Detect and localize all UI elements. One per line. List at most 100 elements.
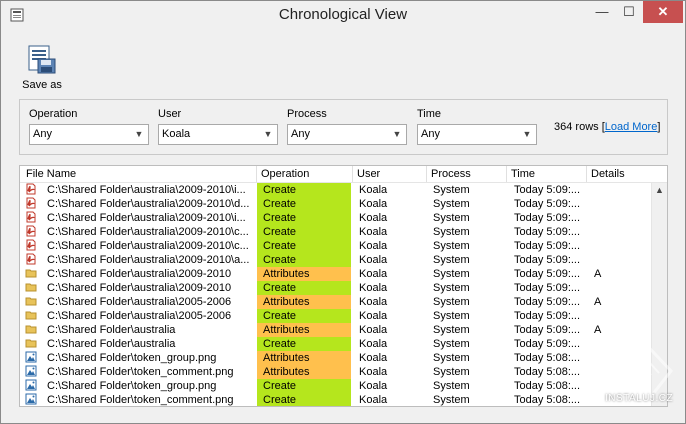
operation-cell: Create (257, 225, 351, 239)
table-row[interactable]: C:\Shared Folder\australia\2005-2006 Attr… (20, 295, 656, 309)
table-row[interactable]: C:\Shared Folder\token_comment.png Attrib… (20, 365, 656, 379)
close-button[interactable]: ✕ (643, 1, 683, 23)
title-bar: Chronological View — ☐ ✕ (1, 1, 685, 29)
column-header-details[interactable]: Details (591, 168, 625, 180)
column-divider[interactable] (506, 166, 507, 182)
column-header-time[interactable]: Time (511, 168, 535, 180)
table-row[interactable]: C:\Shared Folder\australia\2009-2010\d..… (20, 197, 656, 211)
image-icon (25, 379, 37, 393)
user-filter-select[interactable]: Koala ▼ (158, 124, 278, 145)
table-row[interactable]: C:\Shared Folder\australia Attributes Koal… (20, 323, 656, 337)
time-cell: Today 5:08:... (514, 380, 581, 392)
maximize-button[interactable]: ☐ (614, 1, 644, 23)
details-cell: A (594, 268, 602, 280)
load-more-link[interactable]: Load More (605, 121, 658, 133)
pdf-icon (25, 211, 37, 225)
column-header-file-name[interactable]: File Name (26, 168, 76, 180)
details-cell (594, 281, 634, 295)
column-divider[interactable] (426, 166, 427, 182)
column-divider[interactable] (256, 166, 257, 182)
time-cell: Today 5:09:... (514, 212, 581, 224)
time-cell: Today 5:08:... (514, 352, 581, 364)
file-name-cell: C:\Shared Folder\australia\2005-2006 (47, 296, 232, 308)
table-row[interactable]: C:\Shared Folder\australia\2009-2010\c..… (20, 239, 656, 253)
operation-filter-select[interactable]: Any ▼ (29, 124, 149, 145)
time-cell: Today 5:09:... (514, 254, 581, 266)
watermark-text: INSTALUJ.CZ (605, 393, 674, 404)
user-cell: Koala (359, 226, 388, 238)
minimize-button[interactable]: — (587, 1, 617, 23)
chevron-down-icon: ▼ (392, 129, 402, 139)
process-filter-label: Process (287, 108, 327, 120)
operation-cell: Create (257, 393, 351, 406)
file-name-cell: C:\Shared Folder\australia (47, 324, 176, 336)
pdf-icon (25, 225, 37, 239)
column-header-user[interactable]: User (357, 168, 380, 180)
user-cell: Koala (359, 352, 388, 364)
time-cell: Today 5:09:... (514, 184, 581, 196)
save-as-label: Save as (22, 79, 62, 91)
pdf-icon (25, 197, 37, 211)
operation-cell: Create (257, 197, 351, 211)
user-filter-value: Koala (162, 128, 191, 140)
process-cell: System (433, 338, 470, 350)
scroll-up-arrow-icon[interactable]: ▲ (652, 185, 667, 199)
column-header-process[interactable]: Process (431, 168, 471, 180)
file-name-cell: C:\Shared Folder\australia\2009-2010\c..… (47, 240, 249, 252)
grid-header: File Name Operation User Process Time De… (20, 166, 667, 183)
process-cell: System (433, 394, 470, 406)
table-row[interactable]: C:\Shared Folder\australia Create Koala Sys… (20, 337, 656, 351)
table-row[interactable]: C:\Shared Folder\token_comment.png Create… (20, 393, 656, 406)
time-cell: Today 5:09:... (514, 240, 581, 252)
time-cell: Today 5:09:... (514, 268, 581, 280)
file-name-cell: C:\Shared Folder\australia\2009-2010\i..… (47, 212, 246, 224)
column-divider[interactable] (352, 166, 353, 182)
save-as-button[interactable]: Save as (17, 39, 67, 95)
details-cell (594, 309, 634, 323)
operation-cell: Create (257, 379, 351, 393)
row-count: 364 rows [Load More] (554, 121, 660, 133)
table-row[interactable]: C:\Shared Folder\australia\2009-2010 Attr… (20, 267, 656, 281)
time-cell: Today 5:08:... (514, 394, 581, 406)
time-cell: Today 5:09:... (514, 198, 581, 210)
time-cell: Today 5:09:... (514, 296, 581, 308)
user-cell: Koala (359, 184, 388, 196)
user-cell: Koala (359, 394, 388, 406)
process-cell: System (433, 212, 470, 224)
column-header-operation[interactable]: Operation (261, 168, 309, 180)
user-cell: Koala (359, 268, 388, 280)
table-row[interactable]: C:\Shared Folder\australia\2009-2010 Crea… (20, 281, 656, 295)
file-name-cell: C:\Shared Folder\token_group.png (47, 380, 217, 392)
process-cell: System (433, 240, 470, 252)
time-filter-select[interactable]: Any ▼ (417, 124, 537, 145)
user-cell: Koala (359, 212, 388, 224)
filter-panel: Operation Any ▼ User Koala ▼ Process Any… (19, 99, 668, 155)
operation-cell: Attributes (257, 295, 351, 309)
table-row[interactable]: C:\Shared Folder\australia\2009-2010\a..… (20, 253, 656, 267)
time-cell: Today 5:09:... (514, 324, 581, 336)
table-row[interactable]: C:\Shared Folder\australia\2009-2010\i..… (20, 183, 656, 197)
process-cell: System (433, 352, 470, 364)
time-filter-value: Any (421, 128, 440, 140)
row-count-close: ] (657, 121, 661, 133)
user-cell: Koala (359, 254, 388, 266)
table-row[interactable]: C:\Shared Folder\australia\2005-2006 Crea… (20, 309, 656, 323)
process-filter-select[interactable]: Any ▼ (287, 124, 407, 145)
time-cell: Today 5:09:... (514, 310, 581, 322)
user-cell: Koala (359, 198, 388, 210)
user-filter-label: User (158, 108, 182, 120)
operation-filter-value: Any (33, 128, 52, 140)
table-row[interactable]: C:\Shared Folder\australia\2009-2010\c..… (20, 225, 656, 239)
file-name-cell: C:\Shared Folder\token_group.png (47, 352, 217, 364)
image-icon (25, 393, 37, 406)
table-row[interactable]: C:\Shared Folder\australia\2009-2010\i..… (20, 211, 656, 225)
pdf-icon (25, 239, 37, 253)
column-divider[interactable] (586, 166, 587, 182)
table-row[interactable]: C:\Shared Folder\token_group.png Create Ko… (20, 379, 656, 393)
user-cell: Koala (359, 324, 388, 336)
folder-icon (25, 323, 37, 337)
file-name-cell: C:\Shared Folder\australia (47, 338, 176, 350)
folder-icon (25, 267, 37, 281)
process-cell: System (433, 366, 470, 378)
table-row[interactable]: C:\Shared Folder\token_group.png Attribut… (20, 351, 656, 365)
